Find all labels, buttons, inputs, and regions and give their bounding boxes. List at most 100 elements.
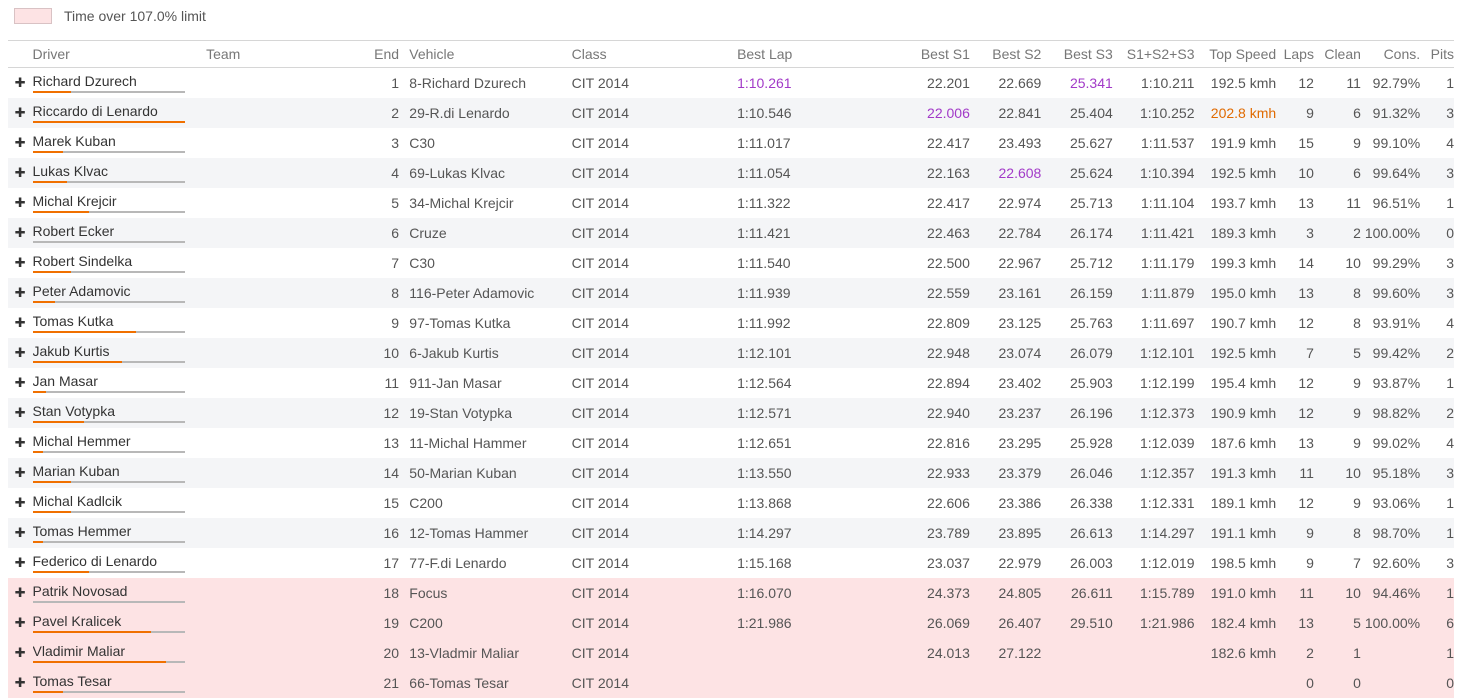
- table-row[interactable]: ✚ Michal Krejcir 5 34-Michal Krejcir CIT 201…: [8, 188, 1454, 218]
- driver-name-link[interactable]: Jakub Kurtis: [33, 342, 207, 360]
- team-cell: [206, 158, 371, 188]
- table-row[interactable]: ✚ Federico di Lenardo 17 77-F.di Lenardo CIT…: [8, 548, 1454, 578]
- header-class[interactable]: Class: [572, 41, 737, 68]
- driver-name-link[interactable]: Michal Kadlcik: [33, 492, 207, 510]
- table-row[interactable]: ✚ Patrik Novosad 18 Focus CIT 2014 1:16.070 24…: [8, 577, 1454, 608]
- driver-name-link[interactable]: Jan Masar: [33, 372, 207, 390]
- clean-cell: 7: [1353, 554, 1361, 571]
- header-best-lap[interactable]: Best Lap: [737, 41, 865, 68]
- header-end[interactable]: End: [372, 41, 399, 68]
- expand-row-icon[interactable]: ✚: [8, 188, 33, 218]
- expand-row-icon[interactable]: ✚: [8, 68, 33, 98]
- header-vehicle[interactable]: Vehicle: [409, 41, 571, 68]
- driver-name-link[interactable]: Pavel Kralicek: [33, 612, 207, 630]
- expand-row-icon[interactable]: ✚: [8, 518, 33, 548]
- expand-row-icon[interactable]: ✚: [8, 278, 33, 308]
- table-row[interactable]: ✚ Robert Sindelka 7 C30 CIT 2014 1:11.540 22.5…: [8, 248, 1454, 278]
- driver-name-link[interactable]: Tomas Tesar: [33, 672, 207, 690]
- header-laps[interactable]: Laps: [1276, 41, 1314, 68]
- table-row[interactable]: ✚ Lukas Klvac 4 69-Lukas Klvac CIT 2014 1:11.…: [8, 157, 1454, 188]
- driver-name-link[interactable]: Lukas Klvac: [33, 162, 207, 180]
- header-best-s3[interactable]: Best S3: [1041, 41, 1113, 68]
- table-row[interactable]: ✚ Robert Ecker 6 Cruze CIT 2014 1:11.421 22.46…: [8, 217, 1454, 248]
- driver-name-link[interactable]: Robert Ecker: [33, 222, 207, 240]
- expand-row-icon[interactable]: ✚: [8, 578, 33, 608]
- cons-cell: 99.29%: [1372, 254, 1421, 271]
- expand-row-icon[interactable]: ✚: [8, 638, 33, 668]
- driver-name-link[interactable]: Richard Dzurech: [33, 72, 207, 90]
- driver-name-link[interactable]: Michal Krejcir: [33, 192, 207, 210]
- driver-name-link[interactable]: Peter Adamovic: [33, 282, 207, 300]
- table-row[interactable]: ✚ Michal Kadlcik 15 C200 CIT 2014 1:13.868 22.…: [8, 488, 1454, 518]
- table-row[interactable]: ✚ Tomas Hemmer 16 12-Tomas Hammer CIT 2014 1:…: [8, 517, 1454, 548]
- expand-row-icon[interactable]: ✚: [8, 488, 33, 518]
- driver-name-link[interactable]: Robert Sindelka: [33, 252, 207, 270]
- table-row[interactable]: ✚ Tomas Kutka 9 97-Tomas Kutka CIT 2014 1:11.…: [8, 308, 1454, 338]
- header-cons[interactable]: Cons.: [1361, 41, 1421, 68]
- table-row[interactable]: ✚ Riccardo di Lenardo 2 29-R.di Lenardo CIT …: [8, 97, 1454, 128]
- best-s2-cell: 27.122: [998, 644, 1042, 661]
- expand-row-icon[interactable]: ✚: [8, 458, 33, 488]
- table-row[interactable]: ✚ Richard Dzurech 1 8-Richard Dzurech CIT 20…: [8, 68, 1454, 98]
- clean-cell: 10: [1345, 464, 1361, 481]
- results-table-container: Driver Team End Vehicle Class Best Lap B…: [8, 40, 1454, 698]
- expand-row-icon[interactable]: ✚: [8, 338, 33, 368]
- expand-row-icon[interactable]: ✚: [8, 398, 33, 428]
- table-row[interactable]: ✚ Jan Masar 11 911-Jan Masar CIT 2014 1:12.56…: [8, 368, 1454, 398]
- laps-cell: 12: [1298, 374, 1314, 391]
- driver-bar-track: [32, 391, 185, 393]
- header-s123[interactable]: S1+S2+S3: [1113, 41, 1195, 68]
- table-row[interactable]: ✚ Marian Kuban 14 50-Marian Kuban CIT 2014 1:…: [8, 457, 1454, 488]
- header-clean[interactable]: Clean: [1314, 41, 1361, 68]
- expand-row-icon[interactable]: ✚: [8, 668, 33, 698]
- expand-row-icon[interactable]: ✚: [8, 608, 33, 638]
- expand-row-icon[interactable]: ✚: [8, 98, 33, 128]
- driver-name-link[interactable]: Marek Kuban: [33, 132, 207, 150]
- expand-row-icon[interactable]: ✚: [8, 368, 33, 398]
- pits-cell: 1: [1446, 74, 1454, 91]
- laps-cell: 12: [1298, 404, 1314, 421]
- driver-name-link[interactable]: Stan Votypka: [33, 402, 207, 420]
- driver-name-link[interactable]: Tomas Hemmer: [33, 522, 207, 540]
- header-best-s1[interactable]: Best S1: [898, 41, 970, 68]
- table-row[interactable]: ✚ Tomas Tesar 21 66-Tomas Tesar CIT 2014 0 0 0: [8, 667, 1454, 698]
- expand-row-icon[interactable]: ✚: [8, 158, 33, 188]
- expand-row-icon[interactable]: ✚: [8, 218, 33, 248]
- driver-name-link[interactable]: Michal Hemmer: [33, 432, 207, 450]
- header-pits[interactable]: Pits: [1420, 41, 1454, 68]
- driver-name-link[interactable]: Vladimir Maliar: [33, 642, 207, 660]
- expand-row-icon[interactable]: ✚: [8, 428, 33, 458]
- driver-bar-track: [32, 271, 185, 273]
- table-row[interactable]: ✚ Stan Votypka 12 19-Stan Votypka CIT 2014 1:…: [8, 397, 1454, 428]
- cons-cell: 93.06%: [1372, 494, 1421, 511]
- table-row[interactable]: ✚ Pavel Kralicek 19 C200 CIT 2014 1:21.986 26.…: [8, 607, 1454, 638]
- best-s2-cell: 23.402: [998, 374, 1042, 391]
- table-row[interactable]: ✚ Vladimir Maliar 20 13-Vladmir Maliar CIT 2…: [8, 637, 1454, 668]
- table-row[interactable]: ✚ Peter Adamovic 8 116-Peter Adamovic CIT 20…: [8, 277, 1454, 308]
- driver-bar-fill: [32, 691, 63, 693]
- driver-name-link[interactable]: Riccardo di Lenardo: [33, 102, 207, 120]
- driver-name-link[interactable]: Federico di Lenardo: [33, 552, 207, 570]
- driver-cell: Jan Masar: [32, 368, 207, 398]
- expand-row-icon[interactable]: ✚: [8, 548, 33, 578]
- results-table: Driver Team End Vehicle Class Best Lap B…: [8, 40, 1454, 698]
- driver-cell: Marek Kuban: [32, 128, 207, 158]
- pits-cell: 3: [1446, 164, 1454, 181]
- best-s3-cell: [1041, 668, 1112, 698]
- table-row[interactable]: ✚ Michal Hemmer 13 11-Michal Hammer CIT 2014…: [8, 428, 1454, 458]
- driver-name-link[interactable]: Tomas Kutka: [33, 312, 207, 330]
- vehicle-cell: C200: [409, 494, 443, 511]
- header-top-speed[interactable]: Top Speed: [1194, 41, 1276, 68]
- header-team[interactable]: Team: [206, 41, 371, 68]
- table-row[interactable]: ✚ Jakub Kurtis 10 6-Jakub Kurtis CIT 2014 1:1…: [8, 337, 1454, 368]
- driver-name-link[interactable]: Marian Kuban: [33, 462, 207, 480]
- laps-cell: 7: [1306, 344, 1314, 361]
- expand-row-icon[interactable]: ✚: [8, 128, 33, 158]
- header-driver[interactable]: Driver: [33, 41, 207, 68]
- clean-cell: 11: [1346, 194, 1361, 211]
- table-row[interactable]: ✚ Marek Kuban 3 C30 CIT 2014 1:11.017 22.417 23…: [8, 128, 1454, 158]
- header-best-s2[interactable]: Best S2: [970, 41, 1041, 68]
- expand-row-icon[interactable]: ✚: [8, 248, 33, 278]
- driver-name-link[interactable]: Patrik Novosad: [33, 582, 207, 600]
- expand-row-icon[interactable]: ✚: [8, 308, 33, 338]
